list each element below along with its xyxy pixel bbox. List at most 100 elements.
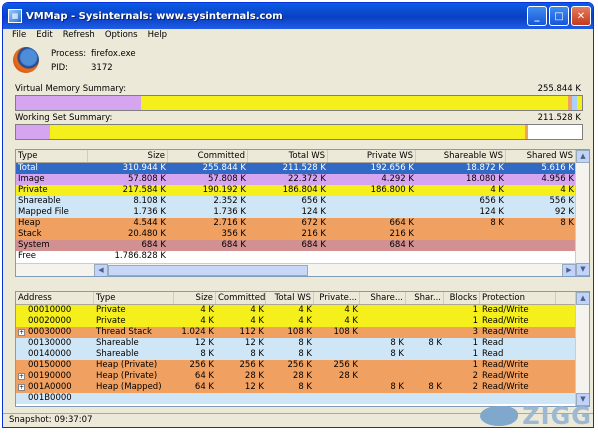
summary-cell: 190.192 K	[202, 185, 246, 195]
summary-column-header[interactable]: Committed	[168, 150, 248, 162]
summary-cell: 192.656 K	[370, 163, 414, 173]
summary-cell: 310.944 K	[122, 163, 166, 173]
detail-column-header[interactable]: Type	[94, 292, 174, 304]
detail-cell: 8 K	[390, 338, 404, 348]
summary-cell: 57.808 K	[127, 174, 166, 184]
detail-cell: 4 K	[200, 305, 214, 315]
detail-cell	[406, 327, 444, 338]
working-set-summary: Working Set Summary: 211.528 K	[15, 113, 581, 123]
summary-column-header[interactable]: Total WS	[248, 150, 328, 162]
detail-cell: 4 K	[344, 305, 358, 315]
summary-horizontal-scrollbar[interactable]: ◀ ▶	[16, 263, 576, 276]
summary-row[interactable]: Image 57.808 K 57.808 K 22.372 K 4.292 K 18.0…	[16, 174, 589, 185]
summary-column-header[interactable]: Type	[16, 150, 88, 162]
detail-column-header[interactable]: Committed	[216, 292, 266, 304]
detail-cell: 1	[472, 316, 478, 326]
detail-address-cell: +00190000	[16, 371, 94, 382]
summary-column-header[interactable]: Shared WS	[506, 150, 576, 162]
menu-options[interactable]: Options	[100, 29, 143, 43]
detail-cell: Read/Write	[482, 360, 529, 370]
detail-cell: Shareable	[96, 349, 139, 359]
summary-vertical-scrollbar[interactable]: ▲ ▼	[575, 150, 589, 276]
summary-column-header[interactable]: Private WS	[328, 150, 416, 162]
maximize-button[interactable]: □	[549, 6, 569, 26]
detail-row[interactable]: +00190000 Heap (Private) 64 K 28 K 28 K 28 K2…	[16, 371, 589, 382]
scroll-up-icon[interactable]: ▲	[576, 150, 589, 163]
scroll-up-icon[interactable]: ▲	[576, 292, 589, 305]
menu-file[interactable]: File	[7, 29, 31, 43]
detail-row[interactable]: 00150000 Heap (Private) 256 K 256 K 256 K 256…	[16, 360, 589, 371]
detail-row[interactable]: 00140000 Shareable 8 K 8 K 8 K 8 K 1 Read	[16, 349, 589, 360]
detail-column-header[interactable]: Share...	[360, 292, 406, 304]
summary-row[interactable]: Private 217.584 K 190.192 K 186.804 K 186.80…	[16, 185, 589, 196]
detail-row[interactable]: +00030000 Thread Stack 1.024 K 112 K 108 K 10…	[16, 327, 589, 338]
detail-cell: 28 K	[338, 371, 358, 381]
detail-column-header[interactable]: Shar...	[406, 292, 444, 304]
detail-row[interactable]: +001A0000 Heap (Mapped) 64 K 12 K8 K8 K8 K2…	[16, 382, 589, 393]
scroll-right-icon[interactable]: ▶	[562, 264, 576, 276]
detail-row[interactable]: 00130000 Shareable 12 K 12 K 8 K 8 K 8 K 1 Read	[16, 338, 589, 349]
summary-cell: 255.844 K	[202, 163, 246, 173]
working-summary-value: 211.528 K	[537, 113, 581, 123]
detail-column-header[interactable]: Blocks	[444, 292, 480, 304]
summary-cell	[416, 229, 506, 240]
close-button[interactable]: ✕	[571, 6, 591, 26]
detail-cell: Heap (Mapped)	[96, 382, 162, 392]
summary-cell: 124 K	[301, 207, 327, 217]
detail-cell: Read/Write	[482, 371, 529, 381]
expand-plus-icon[interactable]: +	[18, 373, 25, 380]
menu-refresh[interactable]: Refresh	[58, 29, 100, 43]
summary-row[interactable]: Heap 4.544 K 2.716 K 672 K 664 K 8 K 8 K	[16, 218, 589, 229]
detail-column-header[interactable]: Protection	[480, 292, 556, 304]
expand-plus-icon[interactable]: +	[18, 329, 25, 336]
summary-row[interactable]: System 684 K 684 K 684 K 684 K	[16, 240, 589, 251]
detail-row[interactable]: 00020000 Private 4 K 4 K 4 K 4 K 1 Read/Write	[16, 316, 589, 327]
detail-column-header[interactable]: Size	[174, 292, 216, 304]
detail-cell: 1	[472, 349, 478, 359]
detail-vertical-scrollbar[interactable]: ▲ ▼	[575, 292, 589, 406]
detail-cell: 8 K	[428, 382, 442, 392]
virtual-bar-segment	[576, 96, 582, 110]
detail-cell	[406, 316, 444, 327]
detail-cell: 1	[472, 338, 478, 348]
scroll-left-icon[interactable]: ◀	[94, 264, 108, 276]
summary-row[interactable]: Shareable 8.108 K 2.352 K 656 K 656 K 556 K	[16, 196, 589, 207]
detail-cell: 4 K	[250, 305, 264, 315]
summary-table[interactable]: Type Size Committed Total WS Private WS Share…	[15, 149, 590, 277]
summary-cell: 656 K	[479, 196, 505, 206]
address-text: 00010000	[28, 305, 72, 315]
title-bar[interactable]: ▦ VMMap - Sysinternals: www.sysinternals…	[3, 3, 593, 29]
summary-row[interactable]: Mapped File 1.736 K 1.736 K 124 K 124 K 92 K	[16, 207, 589, 218]
summary-column-header[interactable]: Shareable WS	[416, 150, 506, 162]
detail-table[interactable]: Address Type Size Committed Total WS Private.…	[15, 291, 590, 407]
summary-cell: Stack	[18, 229, 42, 239]
detail-cell	[406, 371, 444, 382]
detail-cell: 1	[472, 305, 478, 315]
summary-row[interactable]: Total 310.944 K 255.844 K 211.528 K 192.656 …	[16, 163, 589, 174]
summary-row[interactable]: Stack 20.480 K 356 K 216 K 216 K	[16, 229, 589, 240]
menu-edit[interactable]: Edit	[31, 29, 57, 43]
menu-bar: File Edit Refresh Options Help	[3, 29, 593, 43]
address-text: 00020000	[28, 316, 72, 326]
summary-cell: System	[18, 240, 50, 250]
scroll-thumb[interactable]	[108, 265, 308, 276]
menu-help[interactable]: Help	[143, 29, 172, 43]
detail-column-header[interactable]: Address	[16, 292, 94, 304]
detail-column-header[interactable]: Total WS	[266, 292, 314, 304]
summary-column-header[interactable]: Size	[88, 150, 168, 162]
detail-column-header[interactable]: Private...	[314, 292, 360, 304]
minimize-button[interactable]: _	[527, 6, 547, 26]
scroll-down-icon[interactable]: ▼	[576, 263, 589, 276]
detail-cell: 1.024 K	[181, 327, 214, 337]
detail-cell: 12 K	[244, 338, 264, 348]
detail-cell: Heap (Private)	[96, 360, 158, 370]
summary-row[interactable]: Free 1.786.828 K	[16, 251, 589, 262]
detail-cell: 8 K	[298, 349, 312, 359]
detail-row[interactable]: 00010000 Private 4 K 4 K 4 K 4 K 1 Read/Write	[16, 305, 589, 316]
window-title: VMMap - Sysinternals: www.sysinternals.c…	[26, 10, 283, 22]
summary-cell: Private	[18, 185, 48, 195]
expand-plus-icon[interactable]: +	[18, 384, 25, 391]
detail-cell	[360, 360, 406, 371]
summary-cell: 124 K	[479, 207, 505, 217]
detail-address-cell: +001A0000	[16, 382, 94, 393]
